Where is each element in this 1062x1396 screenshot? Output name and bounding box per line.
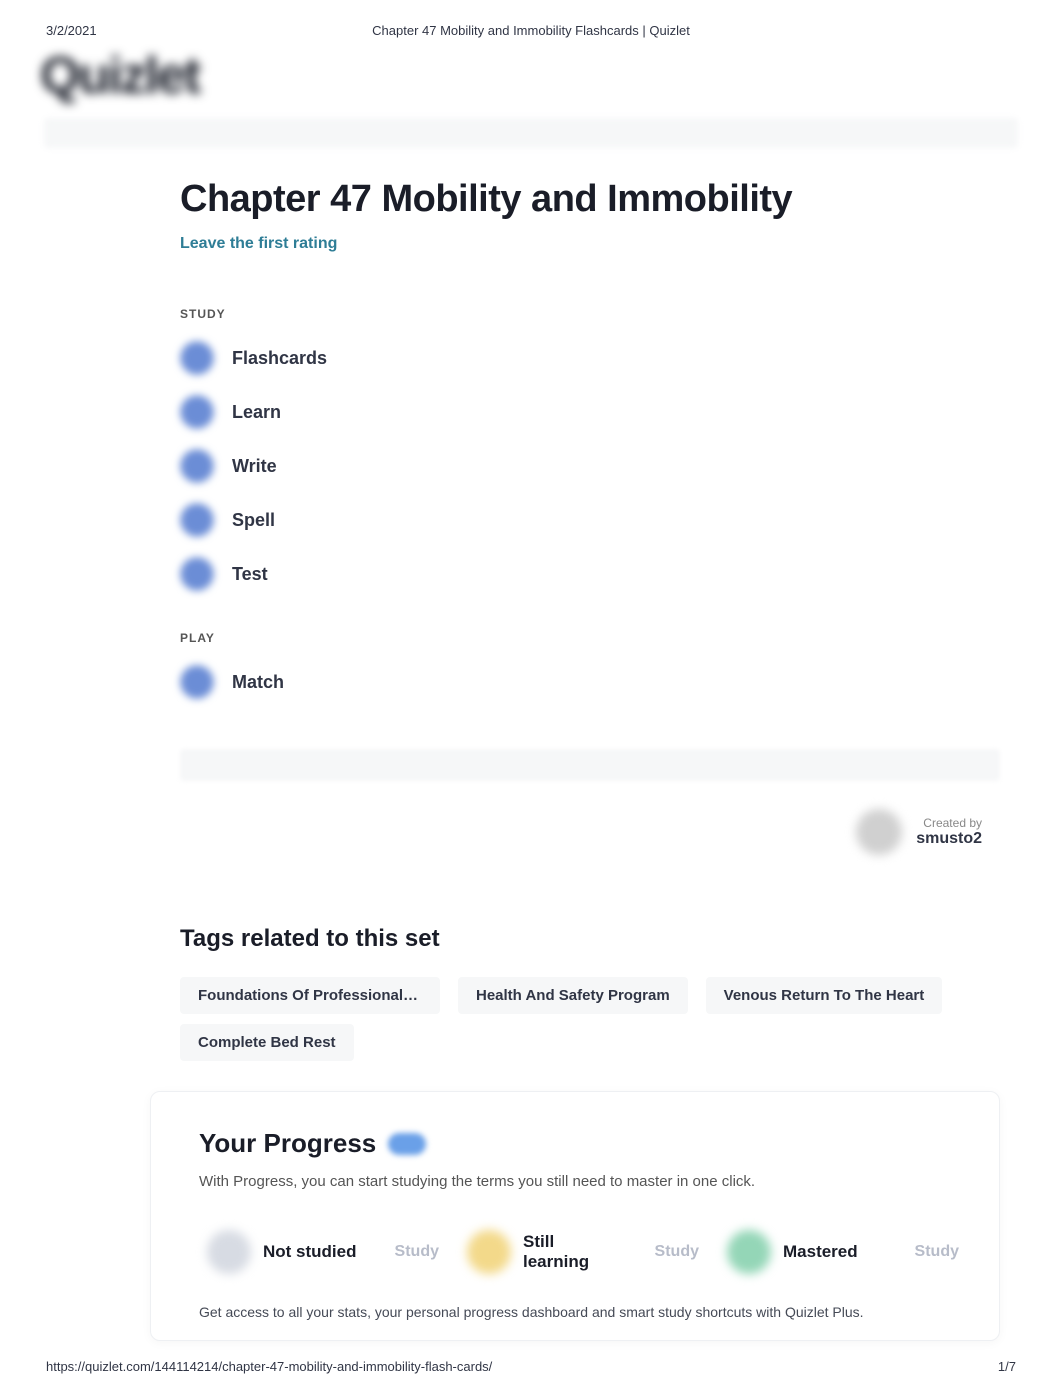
tag-venous-return[interactable]: Venous Return To The Heart — [706, 977, 943, 1014]
progress-col-not-studied: Not studied Study — [199, 1218, 447, 1286]
progress-card: Your Progress With Progress, you can sta… — [150, 1091, 1000, 1341]
progress-title: Your Progress — [199, 1128, 376, 1159]
print-footer-url: https://quizlet.com/144114214/chapter-47… — [46, 1359, 492, 1374]
progress-col-label: Still learning — [523, 1232, 613, 1272]
flashcard-preview-blurred — [180, 749, 1000, 781]
progress-footer-text: Get access to all your stats, your perso… — [199, 1304, 967, 1320]
mode-write[interactable]: Write — [180, 439, 1022, 493]
learn-icon — [180, 395, 214, 429]
tag-row: Foundations Of Professional Nursi… Healt… — [180, 977, 1022, 1061]
tag-health-safety-program[interactable]: Health And Safety Program — [458, 977, 688, 1014]
tags-title: Tags related to this set — [180, 925, 1022, 953]
mode-label: Test — [232, 564, 268, 585]
plus-badge-icon — [388, 1133, 426, 1155]
study-not-studied-button[interactable]: Study — [395, 1243, 439, 1261]
mode-label: Flashcards — [232, 348, 327, 369]
match-icon — [180, 665, 214, 699]
test-icon — [180, 557, 214, 591]
flashcards-icon — [180, 341, 214, 375]
print-title: Chapter 47 Mobility and Immobility Flash… — [0, 23, 1062, 38]
print-footer: https://quizlet.com/144114214/chapter-47… — [0, 1349, 1062, 1396]
play-mode-list: Match — [180, 655, 1022, 709]
top-search-bar-blurred — [44, 118, 1018, 148]
quizlet-logo: Quizlet — [40, 46, 1062, 106]
mode-flashcards[interactable]: Flashcards — [180, 331, 1022, 385]
mode-learn[interactable]: Learn — [180, 385, 1022, 439]
still-learning-icon — [467, 1230, 511, 1274]
creator-row: Created by smusto2 — [180, 809, 982, 855]
write-icon — [180, 449, 214, 483]
study-mastered-button[interactable]: Study — [915, 1243, 959, 1261]
study-mode-list: Flashcards Learn Write Spell Test — [180, 331, 1022, 601]
spell-icon — [180, 503, 214, 537]
mastered-icon — [727, 1230, 771, 1274]
progress-col-mastered: Mastered Study — [719, 1218, 967, 1286]
mode-label: Spell — [232, 510, 275, 531]
tag-complete-bed-rest[interactable]: Complete Bed Rest — [180, 1024, 354, 1061]
study-still-learning-button[interactable]: Study — [655, 1243, 699, 1261]
tag-foundations-nursing[interactable]: Foundations Of Professional Nursi… — [180, 977, 440, 1014]
print-header: 3/2/2021 Chapter 47 Mobility and Immobil… — [0, 0, 1062, 38]
page-title: Chapter 47 Mobility and Immobility — [180, 178, 1022, 221]
play-section-label: PLAY — [180, 631, 1022, 645]
mode-label: Learn — [232, 402, 281, 423]
mode-match[interactable]: Match — [180, 655, 1022, 709]
mode-label: Write — [232, 456, 277, 477]
progress-col-label: Not studied — [263, 1242, 357, 1262]
creator-avatar[interactable] — [856, 809, 902, 855]
print-date: 3/2/2021 — [46, 23, 97, 38]
print-page-number: 1/7 — [998, 1359, 1016, 1374]
progress-col-label: Mastered — [783, 1242, 858, 1262]
leave-rating-link[interactable]: Leave the first rating — [180, 235, 1022, 253]
creator-name-link[interactable]: smusto2 — [916, 830, 982, 848]
mode-spell[interactable]: Spell — [180, 493, 1022, 547]
progress-col-still-learning: Still learning Study — [459, 1218, 707, 1286]
study-section-label: STUDY — [180, 307, 1022, 321]
progress-subtitle: With Progress, you can start studying th… — [199, 1173, 967, 1190]
mode-label: Match — [232, 672, 284, 693]
mode-test[interactable]: Test — [180, 547, 1022, 601]
not-studied-icon — [207, 1230, 251, 1274]
created-by-label: Created by — [916, 816, 982, 830]
